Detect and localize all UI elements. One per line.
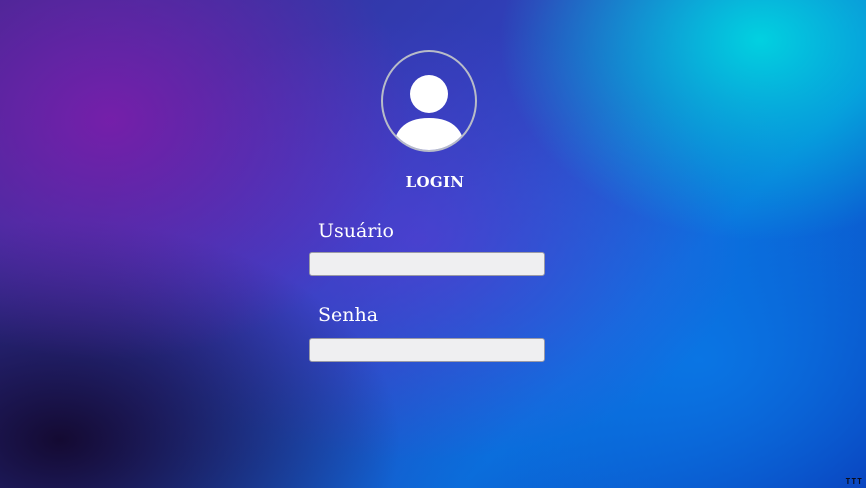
- username-label: Usuário: [318, 220, 394, 242]
- login-title: LOGIN: [405, 173, 465, 191]
- corner-watermark: TTT: [845, 477, 863, 486]
- username-input[interactable]: [309, 252, 545, 276]
- password-input[interactable]: [309, 338, 545, 362]
- login-screen: LOGIN Usuário Senha TTT: [0, 0, 866, 488]
- user-silhouette-graphic: [393, 75, 465, 150]
- password-label: Senha: [318, 304, 379, 326]
- user-icon: [381, 50, 477, 152]
